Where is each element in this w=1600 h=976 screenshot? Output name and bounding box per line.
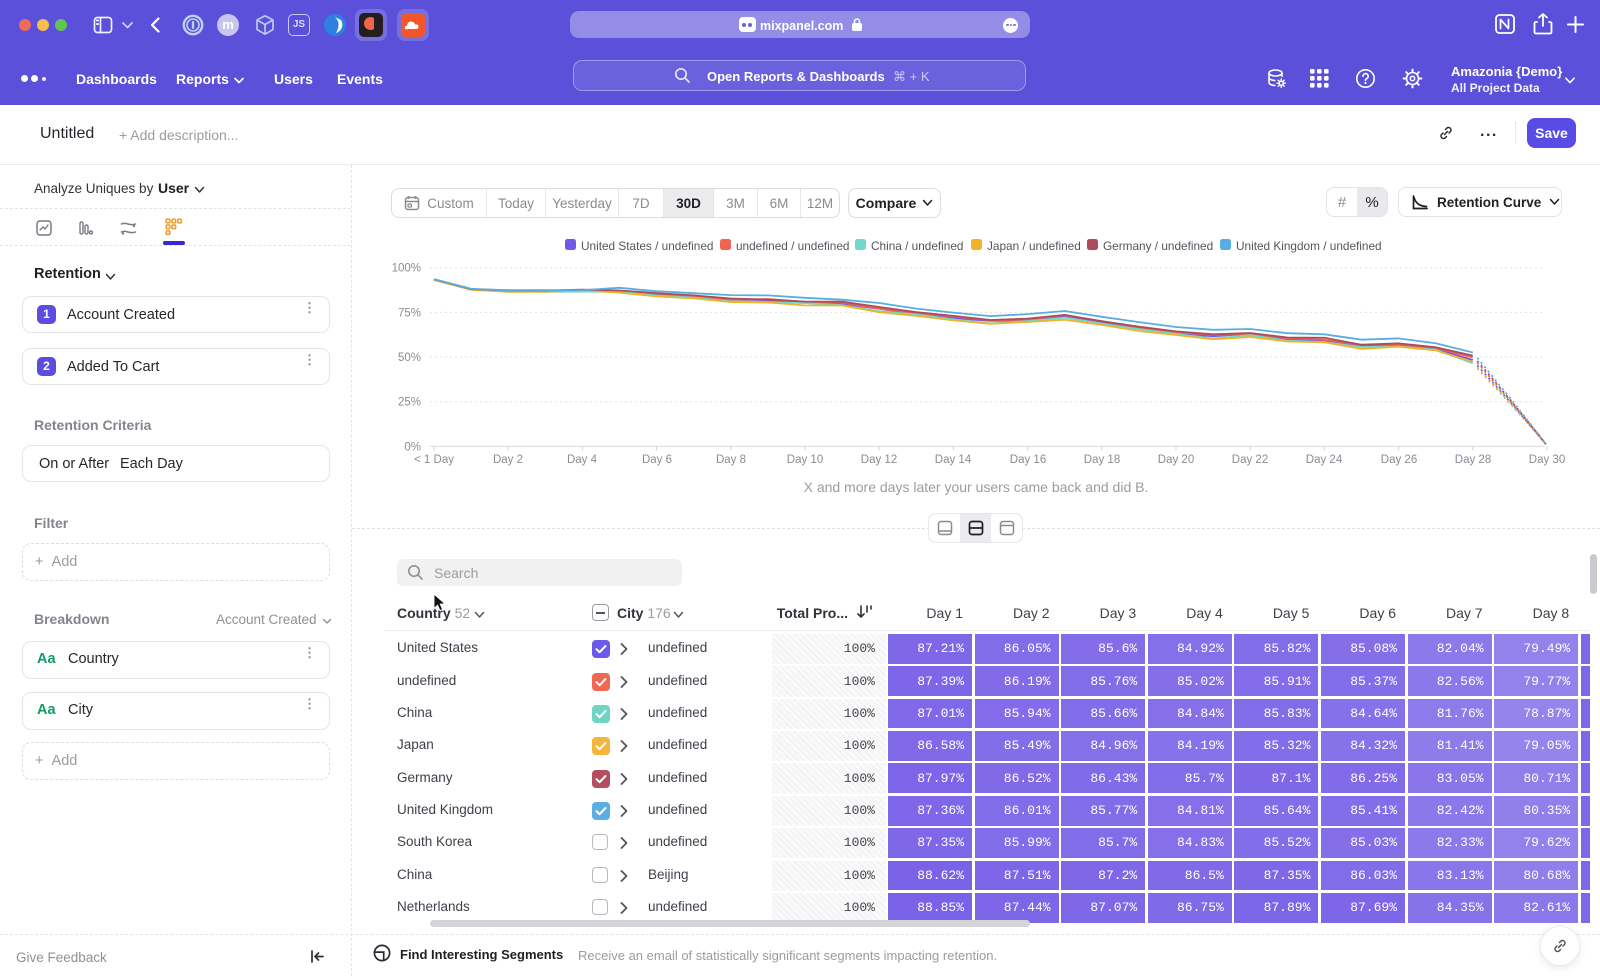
svg-text:25%: 25%: [398, 397, 421, 409]
svg-text:Day 6: Day 6: [642, 454, 672, 466]
svg-text:< 1 Day: < 1 Day: [414, 454, 454, 466]
svg-text:Day 4: Day 4: [567, 454, 598, 466]
svg-text:Day 24: Day 24: [1306, 454, 1343, 466]
svg-text:Day 30: Day 30: [1529, 454, 1565, 466]
svg-text:100%: 100%: [392, 263, 421, 275]
svg-text:75%: 75%: [398, 307, 421, 319]
svg-text:Day 14: Day 14: [935, 454, 972, 466]
svg-text:Day 28: Day 28: [1455, 454, 1491, 466]
svg-text:Day 18: Day 18: [1084, 454, 1120, 466]
svg-text:Day 2: Day 2: [493, 454, 523, 466]
svg-text:Day 20: Day 20: [1158, 454, 1194, 466]
svg-text:Day 8: Day 8: [716, 454, 746, 466]
svg-text:Day 26: Day 26: [1381, 454, 1417, 466]
svg-text:Day 10: Day 10: [787, 454, 823, 466]
svg-text:Day 16: Day 16: [1010, 454, 1046, 466]
svg-text:Day 12: Day 12: [861, 454, 897, 466]
svg-text:Day 22: Day 22: [1232, 454, 1268, 466]
svg-text:0%: 0%: [404, 441, 421, 453]
svg-text:50%: 50%: [398, 352, 421, 364]
